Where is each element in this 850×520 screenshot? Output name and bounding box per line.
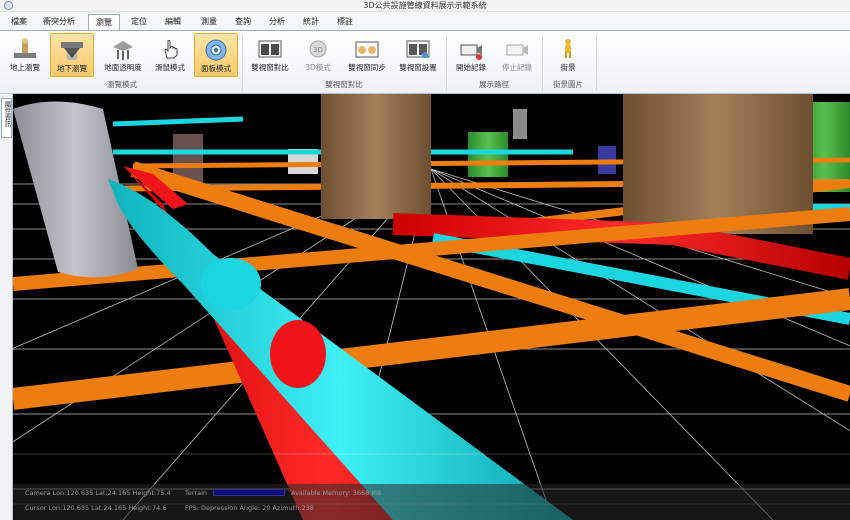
group-label-display-path: 展示路徑	[479, 80, 509, 89]
group-label-dual-compare: 雙視窗對比	[325, 80, 363, 89]
window-title: 3D公共設施管線資料展示示範系統	[363, 1, 487, 10]
dual-compare-button[interactable]: 雙視窗對比	[246, 33, 294, 77]
cursor-readout: Cursor Lon:120.635 Lat:24.165 Height:74.…	[25, 504, 167, 512]
tab-analysis[interactable]: 分析	[262, 14, 292, 30]
stop-record-button[interactable]: 停止記錄	[496, 33, 538, 77]
ribbon-separator	[242, 35, 243, 91]
pipe-joint	[270, 320, 326, 388]
title-bar: 3D公共設施管線資料展示示範系統	[0, 0, 850, 12]
attribute-info-tab[interactable]: 屬性資訊	[1, 98, 12, 138]
3d-mode-button[interactable]: 3D 3D模式	[298, 33, 338, 77]
camera-readout: Camera Lon:120.635 Lat:24.165 Height:75.…	[25, 489, 171, 497]
brown-pillar	[321, 94, 431, 219]
camera-stop-icon	[504, 37, 530, 61]
tab-edit[interactable]: 編輯	[158, 14, 188, 30]
camera-record-icon	[458, 37, 484, 61]
ground-transparency-icon	[110, 37, 136, 61]
group-label-browse-mode: 瀏覽模式	[107, 80, 137, 89]
fps-readout: FPS: Depression Angle: 20 Azimuth:238	[185, 504, 314, 512]
ribbon-tab-bar: 檔案 衝突分析 瀏覽 定位 編輯 測量 查詢 分析 統計 標註	[0, 12, 850, 30]
pegman-icon	[555, 37, 581, 61]
underground-browse-button[interactable]: 地下瀏覽	[50, 33, 94, 77]
ribbon-separator	[596, 35, 597, 91]
start-record-button[interactable]: 開始記錄	[450, 33, 492, 77]
panel-mode-button[interactable]: 面板模式	[194, 33, 238, 77]
hand-cursor-icon	[157, 37, 183, 61]
group-label-street-image: 街景圖片	[553, 80, 583, 89]
cyan-pipe	[112, 116, 244, 127]
ribbon-panel: 地上瀏覽 地下瀏覽 地面透明度 滑鼠模式 面板模式 瀏覽模式 雙視窗對比 3D …	[0, 30, 850, 94]
terrain-bar	[213, 489, 285, 496]
tab-locate[interactable]: 定位	[124, 14, 154, 30]
dual-settings-icon	[405, 37, 431, 61]
ribbon-separator	[446, 35, 447, 91]
tab-annotate[interactable]: 標註	[330, 14, 360, 30]
svg-text:3D: 3D	[313, 46, 323, 54]
tab-file[interactable]: 檔案	[4, 14, 34, 30]
street-view-button[interactable]: 街景	[548, 33, 588, 77]
3d-mode-icon: 3D	[305, 37, 331, 61]
status-overlay: Camera Lon:120.635 Lat:24.165 Height:75.…	[13, 484, 850, 520]
ground-transparency-button[interactable]: 地面透明度	[98, 33, 148, 77]
ground-browse-button[interactable]: 地上瀏覽	[4, 33, 46, 77]
tab-query[interactable]: 查詢	[228, 14, 258, 30]
app-window: 3D公共設施管線資料展示示範系統 檔案 衝突分析 瀏覽 定位 編輯 測量 查詢 …	[0, 0, 850, 520]
ground-browse-icon	[12, 37, 38, 61]
tab-statistics[interactable]: 統計	[296, 14, 326, 30]
ribbon-separator	[542, 35, 543, 91]
tab-measure[interactable]: 測量	[194, 14, 224, 30]
terrain-label: Terrain	[185, 489, 208, 497]
tab-browse[interactable]: 瀏覽	[88, 14, 120, 30]
side-panel: 屬性資訊	[0, 94, 13, 520]
tab-conflict-analysis[interactable]: 衝突分析	[36, 14, 82, 30]
dual-settings-button[interactable]: 雙視窗設置	[394, 33, 442, 77]
memory-readout: Available Memory: 3668 MB	[291, 489, 382, 497]
pipe-joint	[201, 258, 261, 310]
dual-window-icon	[257, 37, 283, 61]
mouse-mode-button[interactable]: 滑鼠模式	[150, 33, 190, 77]
scene-canvas	[13, 94, 850, 520]
underground-browse-icon	[59, 38, 85, 62]
dual-sync-button[interactable]: 雙視窗同步	[342, 33, 392, 77]
dual-sync-icon	[354, 37, 380, 61]
3d-viewport[interactable]	[13, 94, 850, 520]
navigation-panel-icon	[203, 38, 229, 62]
distant-pole	[513, 109, 527, 139]
